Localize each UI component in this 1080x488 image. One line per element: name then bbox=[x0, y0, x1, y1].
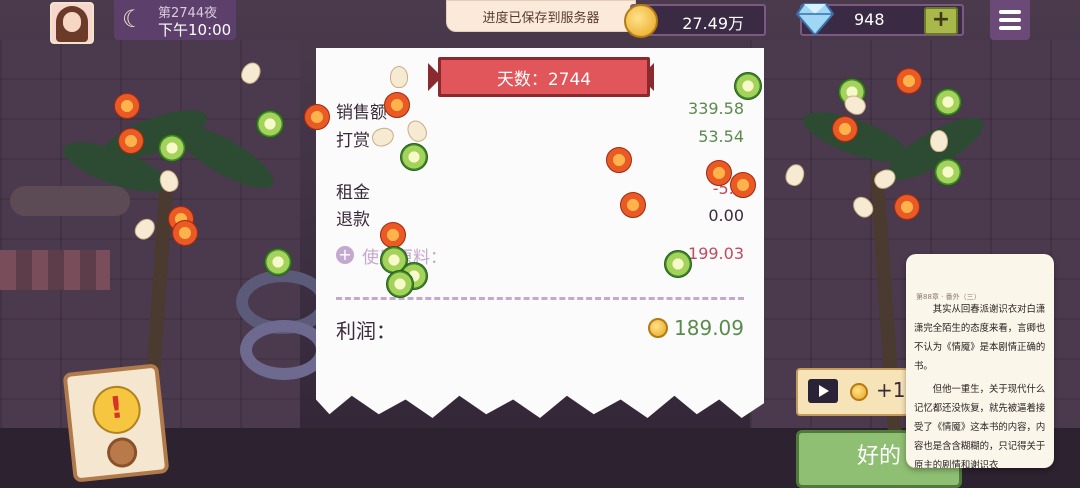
garlic-clove bbox=[390, 66, 408, 88]
jalapeno-slice bbox=[400, 143, 428, 171]
tomato-slice bbox=[620, 192, 646, 218]
tomato-slice bbox=[730, 172, 756, 198]
coin-icon bbox=[624, 4, 658, 38]
sales-label: 销售额 bbox=[336, 103, 387, 123]
day-banner-text: 天数：2744 bbox=[438, 57, 650, 97]
day-time-panel: ☾ 第2744夜 下午10:00 bbox=[114, 0, 236, 40]
tomato-slice bbox=[380, 222, 406, 248]
garlic-clove bbox=[930, 130, 948, 152]
sales-value: 339.58 bbox=[688, 99, 744, 118]
coin-amount: 27.49万 bbox=[682, 14, 744, 33]
play-video-icon bbox=[808, 379, 838, 403]
buy-gems-button[interactable]: + bbox=[924, 7, 958, 35]
bone-sign bbox=[10, 186, 130, 216]
tomato-slice bbox=[172, 220, 198, 246]
swim-ring bbox=[240, 320, 328, 380]
novel-paragraph-2: 但他一重生，关于现代什么记忆都还没恢复，就先被逼着接受了《情魇》这本书的内容，内… bbox=[914, 384, 1046, 468]
jalapeno-slice bbox=[934, 88, 962, 116]
jalapeno-slice bbox=[256, 110, 284, 138]
tomato-slice bbox=[832, 116, 858, 142]
rent-label: 租金 bbox=[336, 183, 370, 203]
player-avatar[interactable] bbox=[50, 2, 94, 44]
diamond-icon bbox=[796, 3, 834, 36]
refund-label: 退款 bbox=[336, 210, 370, 230]
tomato-slice bbox=[114, 93, 140, 119]
tomato-slice bbox=[118, 128, 144, 154]
coin-counter: 27.49万 bbox=[624, 4, 766, 38]
materials-value: 199.03 bbox=[688, 244, 744, 263]
moon-icon: ☾ bbox=[122, 5, 144, 33]
tomato-slice bbox=[706, 160, 732, 186]
shop-awning bbox=[0, 250, 110, 290]
novel-reader-overlay[interactable]: 第88章 · 番外（三） 其实从回春派谢识衣对白潇潇完全陌生的态度来看，言卿也不… bbox=[906, 254, 1054, 468]
tomato-slice bbox=[896, 68, 922, 94]
hamburger-menu-icon[interactable] bbox=[990, 0, 1030, 40]
exclamation-icon: ! bbox=[90, 383, 144, 437]
alert-card[interactable]: ! bbox=[62, 363, 170, 483]
day-banner: 天数：2744 bbox=[428, 57, 654, 97]
novel-paragraph-1: 其实从回春派谢识衣对白潇潇完全陌生的态度来看，言卿也不认为《情魇》是本剧情正确的… bbox=[914, 304, 1046, 372]
gem-counter: 948 + bbox=[796, 3, 964, 36]
profit-value: 189.09 bbox=[674, 316, 744, 340]
jalapeno-slice bbox=[264, 248, 292, 276]
cookie-icon bbox=[105, 436, 139, 470]
gem-amount: 948 bbox=[854, 10, 885, 29]
refund-value: 0.00 bbox=[708, 206, 744, 225]
jalapeno-slice bbox=[934, 158, 962, 186]
save-toast: 进度已保存到服务器 bbox=[446, 0, 636, 32]
tips-value: 53.54 bbox=[698, 127, 744, 146]
profit-label: 利润： bbox=[336, 319, 396, 343]
coin-icon bbox=[648, 318, 668, 338]
jalapeno-slice bbox=[664, 250, 692, 278]
jalapeno-slice bbox=[386, 270, 414, 298]
jalapeno-slice bbox=[734, 72, 762, 100]
clock-time: 下午10:00 bbox=[158, 21, 232, 39]
tomato-slice bbox=[384, 92, 410, 118]
tomato-slice bbox=[304, 104, 330, 130]
jalapeno-slice bbox=[158, 134, 186, 162]
coin-icon bbox=[850, 383, 868, 401]
tips-label: 打赏 bbox=[336, 131, 370, 151]
tomato-slice bbox=[894, 194, 920, 220]
expand-materials-icon[interactable]: + bbox=[336, 246, 354, 264]
tomato-slice bbox=[606, 147, 632, 173]
